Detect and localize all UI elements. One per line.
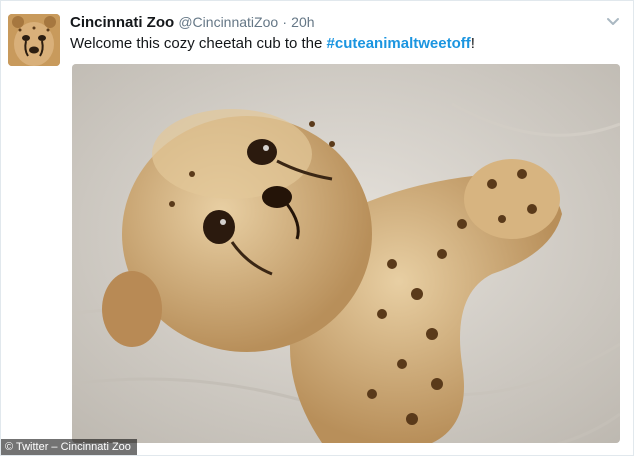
timestamp[interactable]: 20h <box>291 14 314 30</box>
user-handle[interactable]: @CincinnatiZoo <box>178 14 278 30</box>
cheetah-cub-photo <box>72 64 620 443</box>
tweet-photo[interactable] <box>72 64 620 443</box>
hashtag-link[interactable]: #cuteanimaltweetoff <box>327 35 471 52</box>
cheetah-face-icon <box>8 14 60 66</box>
tweet-header: Cincinnati Zoo @CincinnatiZoo · 20h <box>70 12 593 33</box>
photo-credit: © Twitter – Cincinnati Zoo <box>1 439 137 455</box>
tweet-card: Cincinnati Zoo @CincinnatiZoo · 20h Welc… <box>0 0 634 456</box>
tweet-text-body: Welcome this cozy cheetah cub to the <box>70 35 327 52</box>
tweet-menu-button[interactable] <box>605 13 621 29</box>
avatar[interactable] <box>8 14 60 66</box>
tweet-text-end: ! <box>470 35 475 52</box>
tweet-text: Welcome this cozy cheetah cub to the #cu… <box>70 34 621 54</box>
separator-dot: · <box>282 14 287 30</box>
chevron-down-icon <box>607 18 619 25</box>
display-name[interactable]: Cincinnati Zoo <box>70 14 174 31</box>
